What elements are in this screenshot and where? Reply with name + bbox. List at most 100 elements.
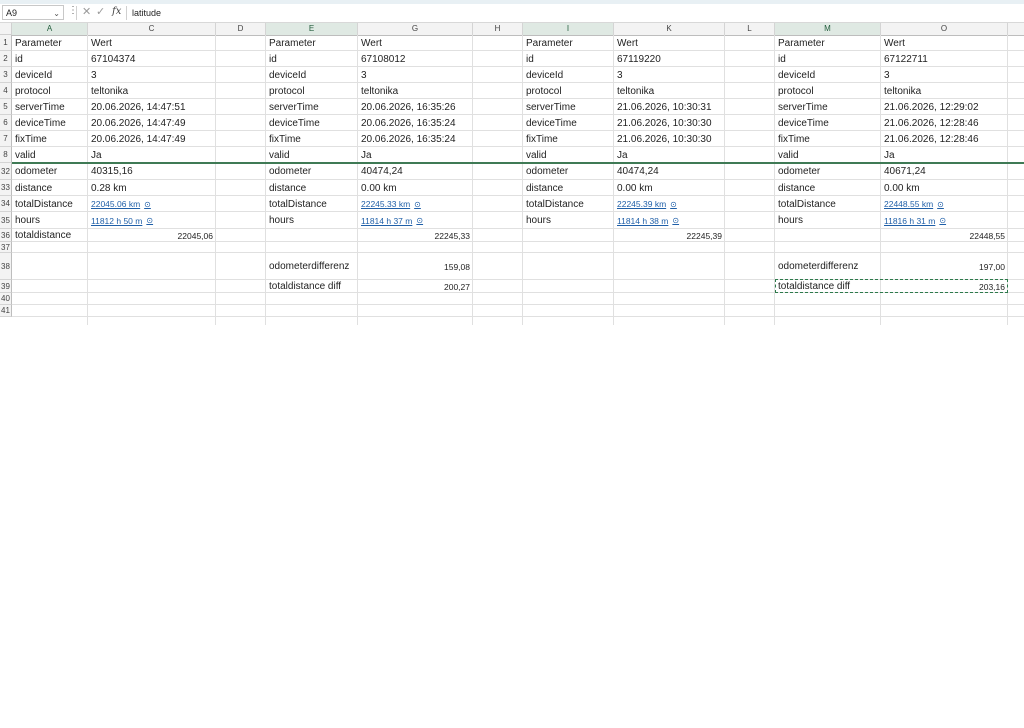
- value-serverTime[interactable]: 21.06.2026, 10:30:31: [614, 99, 725, 115]
- value-fixTime[interactable]: 21.06.2026, 10:30:30: [614, 131, 725, 147]
- value-serverTime[interactable]: 20.06.2026, 16:35:26: [358, 99, 473, 115]
- param-deviceTime[interactable]: deviceTime: [523, 115, 614, 131]
- formula-input[interactable]: latitude: [132, 6, 161, 20]
- param-valid[interactable]: valid: [266, 147, 358, 163]
- column-header-D[interactable]: D: [216, 23, 266, 35]
- param-protocol[interactable]: protocol: [523, 83, 614, 99]
- value-valid[interactable]: Ja: [614, 147, 725, 163]
- link-totalDistance[interactable]: 22245.39 km ⊙: [614, 196, 725, 212]
- header-parameter[interactable]: Parameter: [775, 35, 881, 51]
- value-odometer[interactable]: 40474,24: [358, 163, 473, 180]
- param-distance[interactable]: distance: [775, 180, 881, 196]
- value-distance[interactable]: 0.00 km: [614, 180, 725, 196]
- param-serverTime[interactable]: serverTime: [775, 99, 881, 115]
- param-valid[interactable]: valid: [775, 147, 881, 163]
- param-totalDistance[interactable]: totalDistance: [12, 196, 88, 212]
- value-distance[interactable]: 0.00 km: [881, 180, 1008, 196]
- row-header-32[interactable]: 32: [0, 163, 12, 180]
- value-id[interactable]: 67104374: [88, 51, 216, 67]
- column-header-I[interactable]: I: [523, 23, 614, 35]
- param-id[interactable]: id: [266, 51, 358, 67]
- param-id[interactable]: id: [523, 51, 614, 67]
- column-header-H[interactable]: H: [473, 23, 523, 35]
- param-totaldistance[interactable]: totaldistance: [12, 229, 88, 242]
- column-header-L[interactable]: L: [725, 23, 775, 35]
- value-id[interactable]: 67119220: [614, 51, 725, 67]
- column-header-A[interactable]: A: [12, 23, 88, 35]
- param-fixTime[interactable]: fixTime: [523, 131, 614, 147]
- link-hours[interactable]: 11814 h 38 m ⊙: [614, 212, 725, 229]
- value-serverTime[interactable]: 20.06.2026, 14:47:51: [88, 99, 216, 115]
- header-wert[interactable]: Wert: [881, 35, 1008, 51]
- value-protocol[interactable]: teltonika: [614, 83, 725, 99]
- header-wert[interactable]: Wert: [358, 35, 473, 51]
- row-header-1[interactable]: 1: [0, 35, 12, 51]
- value-deviceTime[interactable]: 20.06.2026, 16:35:24: [358, 115, 473, 131]
- header-wert[interactable]: Wert: [614, 35, 725, 51]
- value-odometer[interactable]: 40474,24: [614, 163, 725, 180]
- param-odometer[interactable]: odometer: [12, 163, 88, 180]
- param-deviceTime[interactable]: deviceTime: [266, 115, 358, 131]
- param-hours[interactable]: hours: [523, 212, 614, 229]
- clock-icon[interactable]: ⊙: [144, 200, 151, 209]
- label-odometerdifferenz[interactable]: odometerdifferenz: [775, 253, 881, 280]
- param-protocol[interactable]: protocol: [12, 83, 88, 99]
- row-header-38[interactable]: 38: [0, 253, 12, 280]
- value-protocol[interactable]: teltonika: [881, 83, 1008, 99]
- value-fixTime[interactable]: 20.06.2026, 16:35:24: [358, 131, 473, 147]
- param-id[interactable]: id: [775, 51, 881, 67]
- value-fixTime[interactable]: 20.06.2026, 14:47:49: [88, 131, 216, 147]
- value-valid[interactable]: Ja: [88, 147, 216, 163]
- link-totalDistance[interactable]: 22045.06 km ⊙: [88, 196, 216, 212]
- select-all-corner[interactable]: [0, 23, 12, 35]
- row-header-33[interactable]: 33: [0, 180, 12, 196]
- value-deviceId[interactable]: 3: [358, 67, 473, 83]
- value-valid[interactable]: Ja: [881, 147, 1008, 163]
- value-deviceTime[interactable]: 20.06.2026, 14:47:49: [88, 115, 216, 131]
- clock-icon[interactable]: ⊙: [670, 200, 677, 209]
- row-header-8[interactable]: 8: [0, 147, 12, 163]
- value-deviceTime[interactable]: 21.06.2026, 10:30:30: [614, 115, 725, 131]
- param-distance[interactable]: distance: [266, 180, 358, 196]
- value-protocol[interactable]: teltonika: [358, 83, 473, 99]
- column-header-C[interactable]: C: [88, 23, 216, 35]
- value-totaldistance-diff[interactable]: 200,27: [358, 280, 473, 293]
- cell-text[interactable]: 11812 h 50 m: [91, 216, 142, 226]
- cell-text[interactable]: 22245.39 km: [617, 199, 666, 209]
- row-header-40[interactable]: 40: [0, 293, 12, 305]
- column-header-K[interactable]: K: [614, 23, 725, 35]
- column-header-M[interactable]: M: [775, 23, 881, 35]
- value-distance[interactable]: 0.28 km: [88, 180, 216, 196]
- row-header-2[interactable]: 2: [0, 51, 12, 67]
- clock-icon[interactable]: ⊙: [937, 200, 944, 209]
- label-odometerdifferenz[interactable]: odometerdifferenz: [266, 253, 358, 280]
- param-fixTime[interactable]: fixTime: [12, 131, 88, 147]
- param-odometer[interactable]: odometer: [266, 163, 358, 180]
- param-fixTime[interactable]: fixTime: [266, 131, 358, 147]
- param-deviceTime[interactable]: deviceTime: [775, 115, 881, 131]
- label-totaldistance-diff[interactable]: totaldistance diff: [266, 280, 358, 293]
- link-hours[interactable]: 11812 h 50 m ⊙: [88, 212, 216, 229]
- row-header-36[interactable]: 36: [0, 229, 12, 242]
- param-valid[interactable]: valid: [523, 147, 614, 163]
- value-deviceId[interactable]: 3: [88, 67, 216, 83]
- param-distance[interactable]: distance: [12, 180, 88, 196]
- param-id[interactable]: id: [12, 51, 88, 67]
- link-totalDistance[interactable]: 22448.55 km ⊙: [881, 196, 1008, 212]
- param-protocol[interactable]: protocol: [266, 83, 358, 99]
- clock-icon[interactable]: ⊙: [416, 216, 423, 225]
- value-totaldistance[interactable]: 22448,55: [881, 229, 1008, 242]
- value-odometerdifferenz[interactable]: 197,00: [881, 253, 1008, 280]
- link-hours[interactable]: 11816 h 31 m ⊙: [881, 212, 1008, 229]
- sheet-grid[interactable]: Parameter Wert id 67104374 deviceId 3 protocol…: [12, 35, 1024, 325]
- header-wert[interactable]: Wert: [88, 35, 216, 51]
- row-header-3[interactable]: 3: [0, 67, 12, 83]
- clock-icon[interactable]: ⊙: [414, 200, 421, 209]
- row-header-39[interactable]: 39: [0, 280, 12, 293]
- chevron-down-icon[interactable]: ⌄: [53, 6, 60, 21]
- param-deviceId[interactable]: deviceId: [523, 67, 614, 83]
- value-deviceId[interactable]: 3: [881, 67, 1008, 83]
- value-distance[interactable]: 0.00 km: [358, 180, 473, 196]
- param-protocol[interactable]: protocol: [775, 83, 881, 99]
- row-header-6[interactable]: 6: [0, 115, 12, 131]
